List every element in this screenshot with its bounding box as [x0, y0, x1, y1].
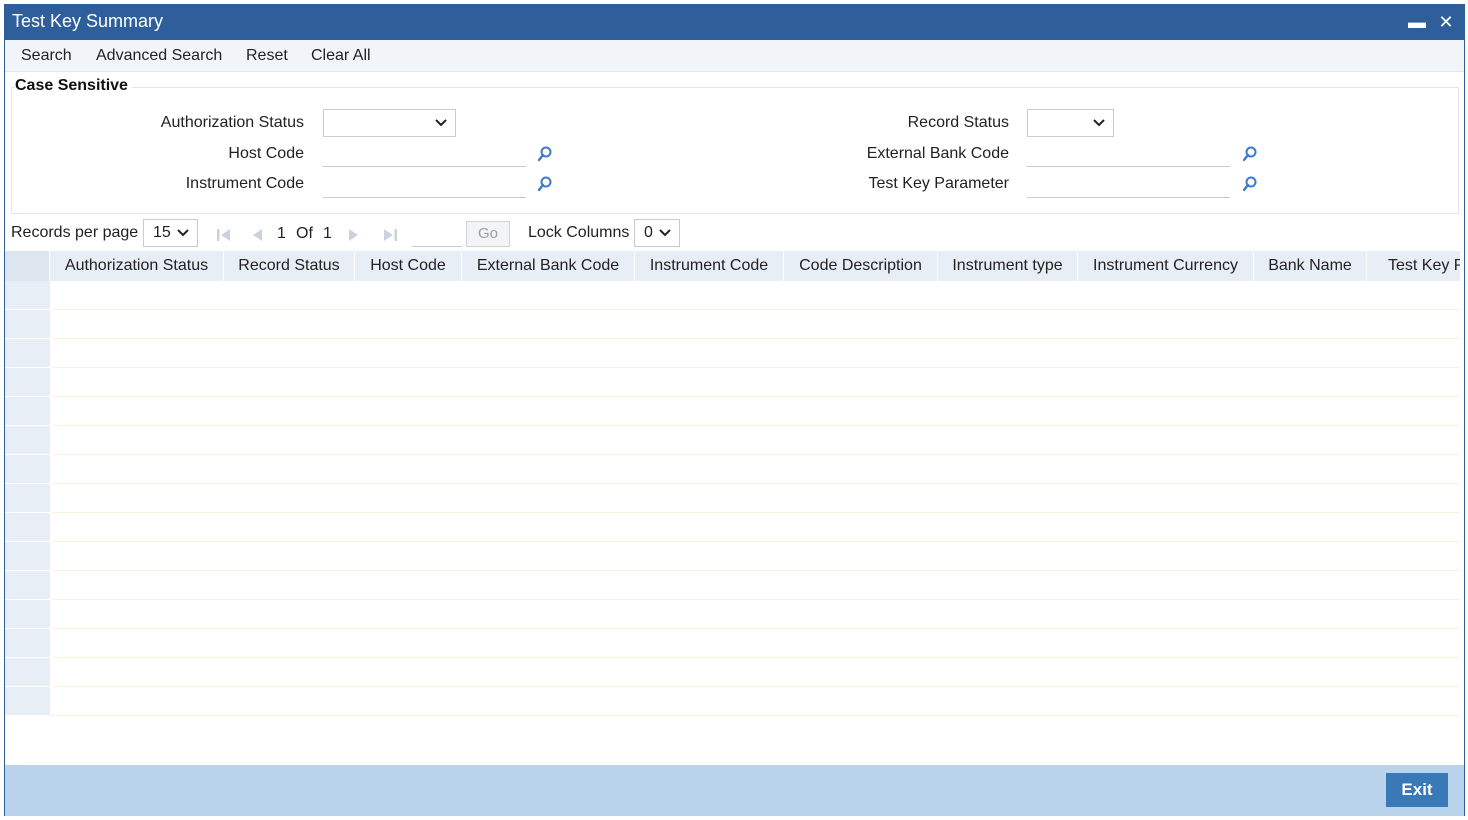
- table-row[interactable]: [5, 513, 1460, 542]
- table-row[interactable]: [5, 658, 1460, 687]
- chevron-down-icon: [177, 229, 189, 237]
- previous-page-icon[interactable]: [248, 226, 266, 244]
- magnifier-icon[interactable]: [1241, 175, 1259, 193]
- test-key-summary-window: Test Key Summary ▬ ✕ Search Advanced Sea…: [4, 4, 1465, 816]
- row-selector[interactable]: [5, 426, 50, 455]
- toolbar: Search Advanced Search Reset Clear All: [5, 40, 1464, 72]
- table-row[interactable]: [5, 629, 1460, 658]
- table-row[interactable]: [5, 484, 1460, 513]
- reset-button[interactable]: Reset: [246, 47, 288, 65]
- minimize-icon[interactable]: ▬: [1406, 11, 1428, 33]
- table-row[interactable]: [5, 426, 1460, 455]
- row-selector[interactable]: [5, 368, 50, 397]
- row-selector[interactable]: [5, 658, 50, 687]
- records-per-page-value: 15: [153, 224, 171, 241]
- row-selector[interactable]: [5, 629, 50, 658]
- row-selector[interactable]: [5, 687, 50, 716]
- authorization-status-select[interactable]: [323, 109, 456, 137]
- row-selector[interactable]: [5, 455, 50, 484]
- column-instrument-currency[interactable]: Instrument Currency: [1078, 251, 1254, 281]
- table-row[interactable]: [5, 368, 1460, 397]
- first-page-icon[interactable]: [215, 226, 233, 244]
- select-all-column[interactable]: [5, 251, 50, 281]
- table-row[interactable]: [5, 397, 1460, 426]
- table-row[interactable]: [5, 687, 1460, 716]
- results-table-header: Authorization Status Record Status Host …: [5, 251, 1460, 281]
- host-code-label: Host Code: [228, 145, 304, 162]
- go-button[interactable]: Go: [466, 221, 510, 247]
- lock-columns-select[interactable]: 0: [634, 219, 680, 247]
- row-selector[interactable]: [5, 600, 50, 629]
- magnifier-icon[interactable]: [536, 145, 554, 163]
- chevron-down-icon: [659, 229, 671, 237]
- clear-all-button[interactable]: Clear All: [311, 47, 371, 65]
- case-sensitive-legend: Case Sensitive: [15, 77, 132, 95]
- table-row[interactable]: [5, 542, 1460, 571]
- magnifier-icon[interactable]: [1241, 145, 1259, 163]
- title-bar: Test Key Summary ▬ ✕: [5, 5, 1464, 40]
- external-bank-code-label: External Bank Code: [866, 145, 1009, 162]
- table-row[interactable]: [5, 339, 1460, 368]
- go-to-page-input[interactable]: [412, 221, 462, 247]
- of-label: Of: [296, 225, 313, 242]
- column-host-code[interactable]: Host Code: [355, 251, 462, 281]
- test-key-parameter-input[interactable]: [1027, 172, 1230, 198]
- row-selector[interactable]: [5, 513, 50, 542]
- external-bank-code-input[interactable]: [1027, 141, 1230, 167]
- close-icon[interactable]: ✕: [1435, 11, 1457, 33]
- test-key-parameter-label: Test Key Parameter: [868, 175, 1010, 192]
- next-page-icon[interactable]: [345, 226, 363, 244]
- record-status-select[interactable]: [1027, 109, 1114, 137]
- lock-columns-label: Lock Columns: [528, 224, 630, 241]
- column-record-status[interactable]: Record Status: [224, 251, 355, 281]
- table-row[interactable]: [5, 571, 1460, 600]
- row-selector[interactable]: [5, 571, 50, 600]
- row-selector[interactable]: [5, 542, 50, 571]
- window-title: Test Key Summary: [12, 11, 164, 31]
- instrument-code-input[interactable]: [323, 172, 526, 198]
- column-instrument-code[interactable]: Instrument Code: [635, 251, 784, 281]
- row-selector[interactable]: [5, 397, 50, 426]
- host-code-input[interactable]: [323, 141, 526, 167]
- table-row[interactable]: [5, 281, 1460, 310]
- column-code-description[interactable]: Code Description: [784, 251, 938, 281]
- results-table-body: [5, 281, 1460, 716]
- current-page: 1: [277, 225, 286, 242]
- table-row[interactable]: [5, 600, 1460, 629]
- column-bank-name[interactable]: Bank Name: [1254, 251, 1367, 281]
- exit-button[interactable]: Exit: [1386, 773, 1448, 807]
- row-selector[interactable]: [5, 281, 50, 310]
- advanced-search-button[interactable]: Advanced Search: [96, 47, 222, 65]
- chevron-down-icon: [435, 119, 447, 127]
- table-row[interactable]: [5, 310, 1460, 339]
- column-test-key-parameter[interactable]: Test Key P: [1367, 251, 1460, 281]
- records-per-page-label: Records per page: [11, 224, 139, 241]
- records-per-page-select[interactable]: 15: [143, 219, 198, 247]
- footer-bar: Exit: [5, 765, 1464, 816]
- instrument-code-label: Instrument Code: [185, 175, 304, 192]
- magnifier-icon[interactable]: [536, 175, 554, 193]
- lock-columns-value: 0: [644, 224, 653, 241]
- column-instrument-type[interactable]: Instrument type: [938, 251, 1078, 281]
- column-authorization-status[interactable]: Authorization Status: [50, 251, 224, 281]
- row-selector[interactable]: [5, 484, 50, 513]
- row-selector[interactable]: [5, 339, 50, 368]
- chevron-down-icon: [1093, 119, 1105, 127]
- column-external-bank-code[interactable]: External Bank Code: [462, 251, 635, 281]
- table-row[interactable]: [5, 455, 1460, 484]
- authorization-status-label: Authorization Status: [160, 114, 304, 131]
- total-pages: 1: [323, 225, 332, 242]
- record-status-label: Record Status: [907, 114, 1009, 131]
- row-selector[interactable]: [5, 310, 50, 339]
- search-button[interactable]: Search: [21, 47, 72, 65]
- last-page-icon[interactable]: [381, 226, 399, 244]
